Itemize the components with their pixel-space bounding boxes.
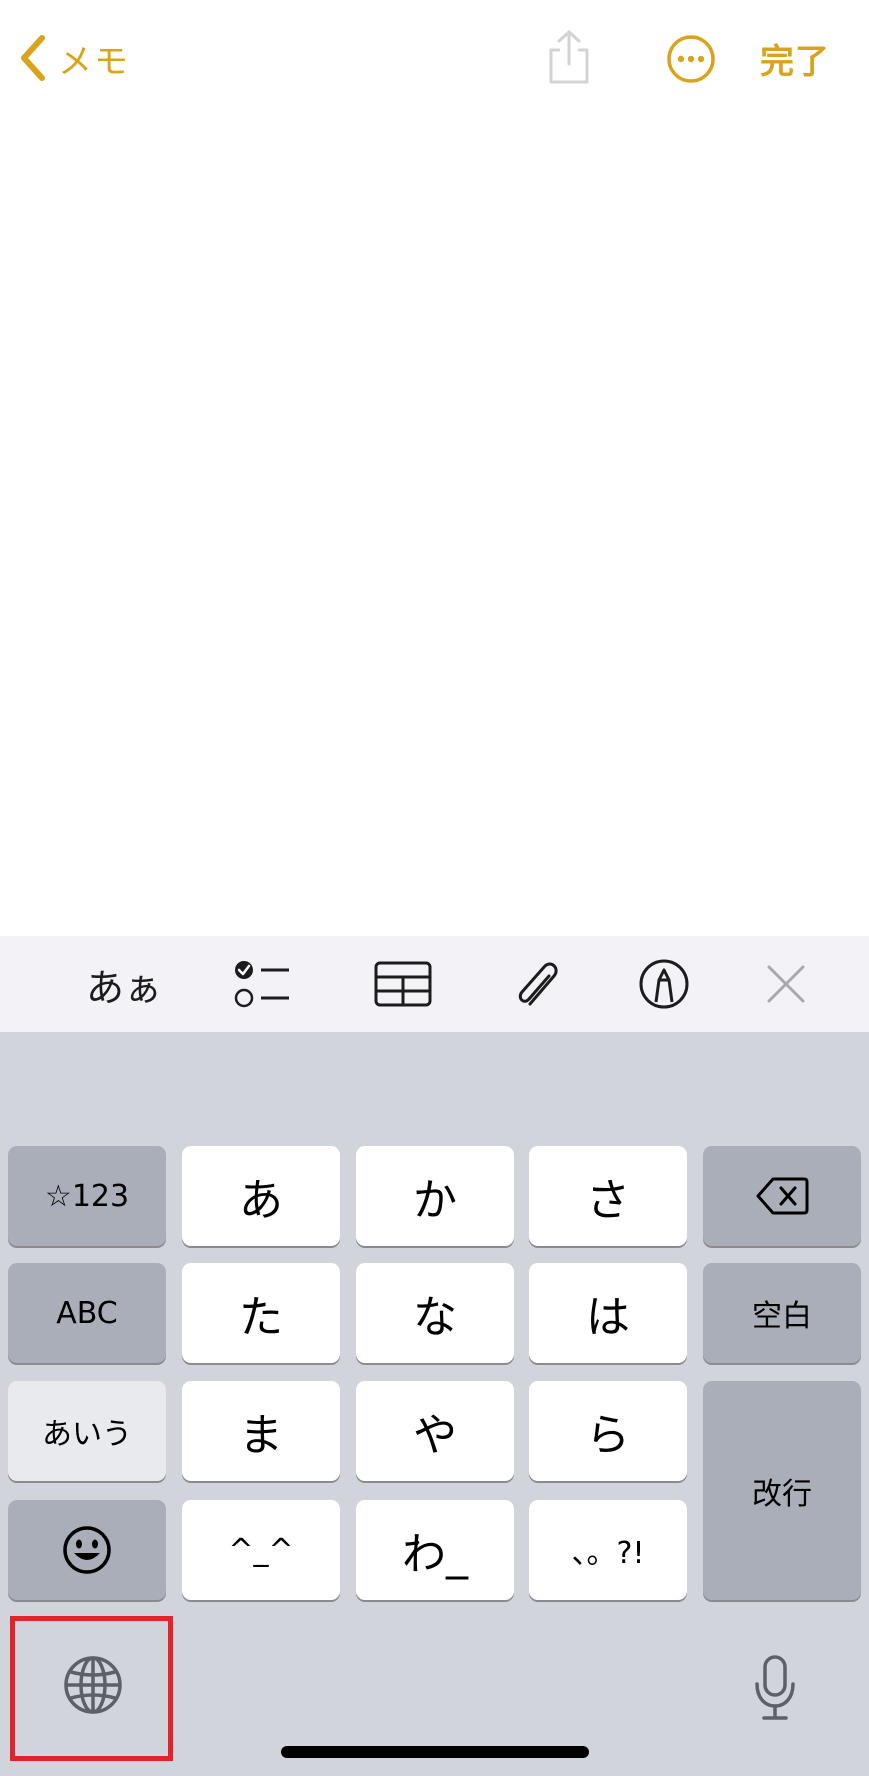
checklist-icon xyxy=(234,961,289,1008)
key-ra[interactable]: ら xyxy=(529,1381,687,1481)
done-button[interactable]: 完了 xyxy=(760,34,830,83)
more-options-button[interactable] xyxy=(666,34,716,84)
ellipsis-circle-icon xyxy=(667,35,715,83)
key-ya[interactable]: や xyxy=(356,1381,514,1481)
close-icon xyxy=(767,965,805,1003)
key-punctuation[interactable]: 、。?! xyxy=(529,1500,687,1600)
table-icon xyxy=(374,961,432,1007)
format-toolbar: あぁ xyxy=(0,936,869,1032)
back-label: メモ xyxy=(58,41,130,82)
key-kaomoji[interactable]: ^_^ xyxy=(182,1500,340,1600)
key-ma[interactable]: ま xyxy=(182,1381,340,1481)
return-key[interactable]: 改行 xyxy=(703,1381,861,1600)
kana-key[interactable]: あいう xyxy=(8,1381,166,1481)
microphone-icon xyxy=(755,1655,795,1720)
table-button[interactable] xyxy=(372,954,434,1014)
text-format-button[interactable]: あぁ xyxy=(84,954,164,1014)
key-sa[interactable]: さ xyxy=(529,1146,687,1246)
markup-button[interactable] xyxy=(636,954,692,1014)
key-wa[interactable]: わ_ xyxy=(356,1500,514,1600)
key-ta[interactable]: た xyxy=(182,1263,340,1363)
close-toolbar-button[interactable] xyxy=(760,954,812,1014)
key-ha[interactable]: は xyxy=(529,1263,687,1363)
checklist-button[interactable] xyxy=(228,954,298,1014)
key-na[interactable]: な xyxy=(356,1263,514,1363)
delete-key[interactable] xyxy=(703,1146,861,1246)
abc-key[interactable]: ABC xyxy=(8,1263,166,1363)
numbers-key[interactable]: ☆123 xyxy=(8,1146,166,1246)
note-text-area[interactable] xyxy=(0,110,869,936)
share-icon xyxy=(549,30,589,84)
paperclip-icon xyxy=(518,962,558,1006)
delete-backward-icon xyxy=(756,1177,809,1215)
emoji-key[interactable] xyxy=(8,1500,166,1600)
home-indicator[interactable] xyxy=(281,1746,589,1758)
globe-key-highlight xyxy=(10,1616,173,1761)
share-button[interactable] xyxy=(545,28,593,86)
emoji-icon xyxy=(63,1526,111,1574)
key-a[interactable]: あ xyxy=(182,1146,340,1246)
back-button[interactable]: メモ xyxy=(18,30,130,86)
chevron-left-icon xyxy=(21,35,45,81)
attachment-button[interactable] xyxy=(508,954,568,1014)
dictation-key[interactable] xyxy=(748,1650,802,1726)
space-key[interactable]: 空白 xyxy=(703,1263,861,1363)
markup-pen-icon xyxy=(639,959,689,1009)
key-ka[interactable]: か xyxy=(356,1146,514,1246)
